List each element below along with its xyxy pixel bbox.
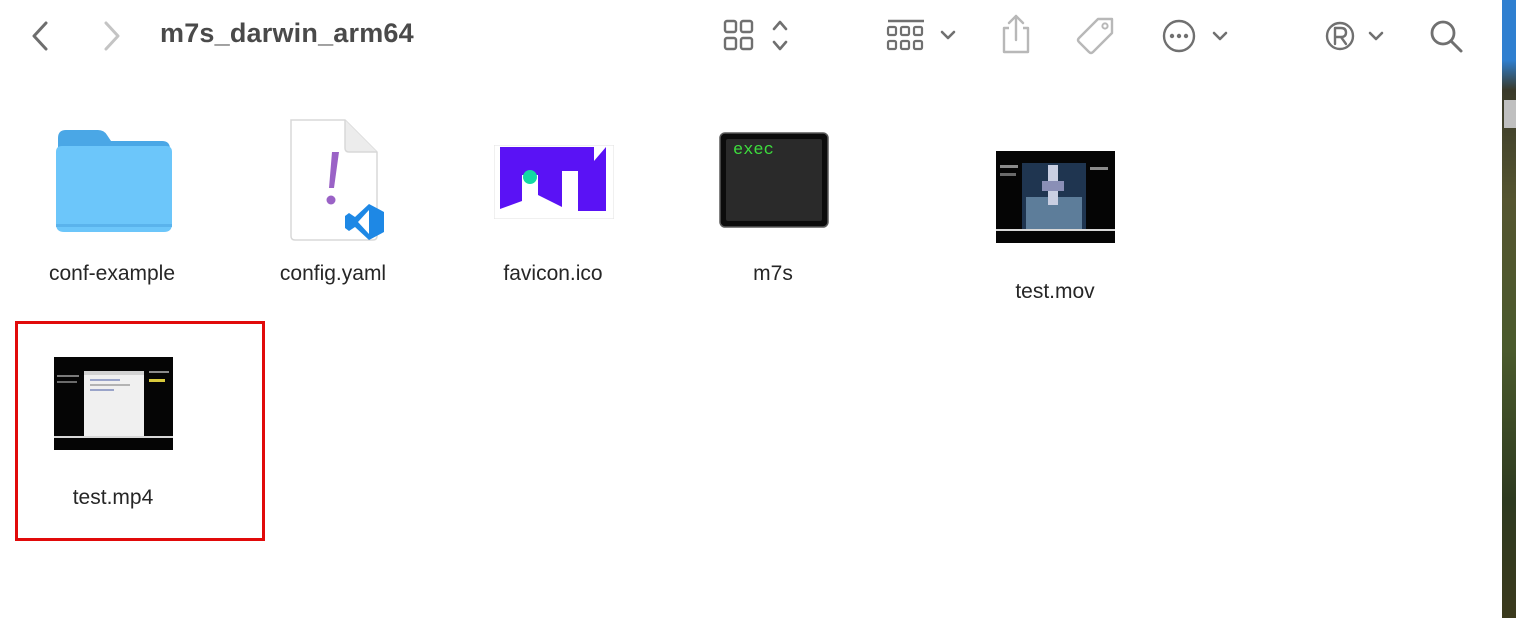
video-thumbnail-icon — [996, 151, 1115, 243]
forward-button[interactable] — [96, 18, 128, 54]
view-mode-button[interactable] — [720, 16, 800, 56]
file-name-favicon-ico: favicon.ico — [503, 262, 603, 285]
yaml-document-icon — [290, 119, 384, 241]
back-icon — [32, 21, 48, 51]
more-actions-icon — [1162, 19, 1228, 53]
desktop-background — [1502, 0, 1516, 618]
toolbar: m7s_darwin_arm64 — [0, 0, 1502, 72]
share-icon — [1002, 14, 1030, 54]
selection-highlight — [15, 321, 265, 541]
background-window-fragment — [1504, 100, 1516, 128]
file-item-conf-example[interactable] — [48, 122, 180, 238]
group-button[interactable] — [884, 16, 960, 56]
file-item-m7s[interactable]: exec — [719, 132, 829, 228]
tag-icon — [1076, 17, 1114, 55]
file-name-test-mov: test.mov — [1015, 280, 1095, 303]
forward-icon — [104, 21, 120, 51]
share-button[interactable] — [996, 12, 1036, 56]
search-button[interactable] — [1426, 16, 1466, 56]
file-name-conf-example: conf-example — [48, 262, 176, 285]
search-icon — [1430, 20, 1463, 53]
file-item-favicon-ico[interactable] — [493, 144, 615, 220]
window-title: m7s_darwin_arm64 — [160, 18, 414, 48]
extension-button[interactable] — [1320, 14, 1388, 58]
exec-badge: exec — [733, 141, 774, 160]
file-name-m7s: m7s — [753, 262, 793, 285]
favicon-image-icon — [493, 144, 615, 220]
tags-button[interactable] — [1074, 14, 1118, 58]
back-button[interactable] — [24, 18, 56, 54]
file-item-test-mov[interactable] — [996, 151, 1115, 243]
group-by-icon — [886, 19, 956, 51]
finder-window: m7s_darwin_arm64 conf-example config.yam… — [0, 0, 1502, 618]
icon-grid-view-icon — [723, 19, 788, 51]
registered-icon — [1325, 21, 1384, 51]
folder-icon — [56, 130, 172, 232]
more-actions-button[interactable] — [1158, 14, 1234, 58]
file-item-config-yaml[interactable] — [283, 116, 393, 244]
file-name-config-yaml: config.yaml — [279, 262, 387, 285]
